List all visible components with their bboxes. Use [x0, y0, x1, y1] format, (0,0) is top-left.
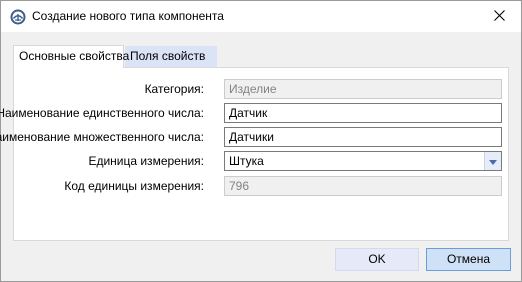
ok-button[interactable]: OK: [335, 248, 419, 271]
plural-name-input[interactable]: Датчики: [224, 127, 502, 147]
unit-select-value: Штука: [229, 154, 264, 168]
unit-code-label: Код единицы измерения:: [64, 179, 204, 193]
singular-name-label: Наименование единственного числа:: [0, 106, 204, 120]
category-label: Категория:: [144, 82, 204, 96]
unit-label: Единица измерения:: [88, 154, 204, 168]
dropdown-button[interactable]: [484, 152, 501, 170]
dialog-window: Создание нового типа компонента Основные…: [0, 0, 522, 282]
close-button[interactable]: [477, 1, 521, 32]
chevron-down-icon: [489, 152, 497, 170]
tab-panel: Категория: Изделие Наименование единстве…: [0, 67, 509, 241]
unit-select[interactable]: Штука: [224, 151, 502, 171]
unit-code-field: 796: [224, 176, 502, 196]
tab-main-properties[interactable]: Основные свойства: [13, 45, 129, 68]
title-bar[interactable]: Создание нового типа компонента: [1, 1, 521, 32]
plural-name-label: Наименование множественного числа:: [0, 130, 204, 144]
window-title: Создание нового типа компонента: [32, 9, 224, 23]
close-icon: [493, 9, 505, 24]
category-field: Изделие: [224, 79, 502, 99]
app-emblem-icon: [10, 9, 26, 25]
cancel-button[interactable]: Отмена: [426, 248, 511, 271]
singular-name-input[interactable]: Датчик: [224, 103, 502, 123]
tab-property-fields[interactable]: Поля свойств: [125, 46, 217, 67]
